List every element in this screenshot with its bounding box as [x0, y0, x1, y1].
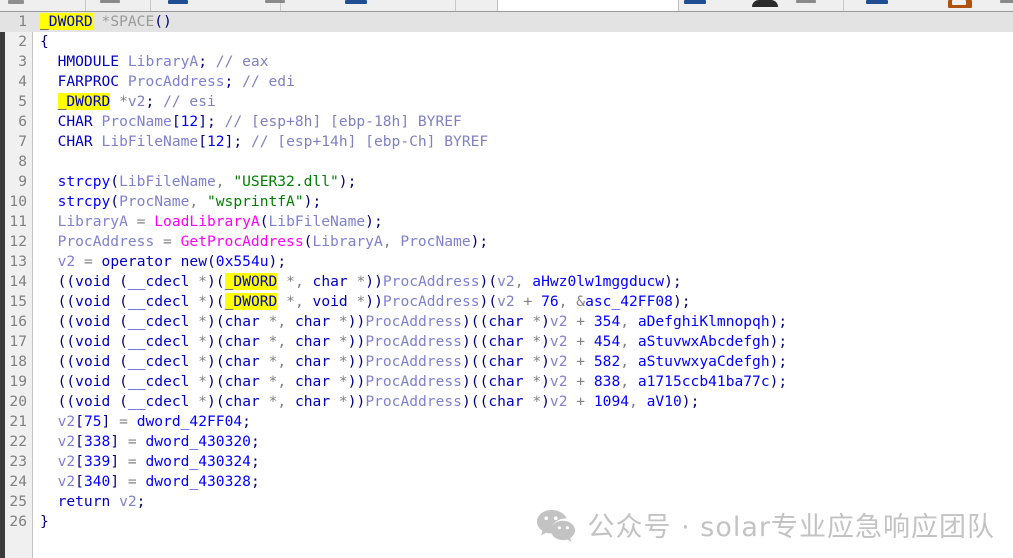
line-number: 9	[18, 173, 27, 190]
toolbar-icon-generic[interactable]	[100, 0, 120, 3]
code-line[interactable]: 5 _DWORD *v2; // esi	[0, 92, 1013, 112]
line-number: 11	[9, 213, 27, 230]
line-number: 22	[9, 433, 27, 450]
line-number: 15	[9, 293, 27, 310]
code-line[interactable]: 2{	[0, 32, 1013, 52]
line-number: 7	[18, 133, 27, 150]
code-line[interactable]: 14 ((void (__cdecl *)(_DWORD *, char *))…	[0, 272, 1013, 292]
code-line[interactable]: 24 v2[340] = dword_430328;	[0, 472, 1013, 492]
code-line-text[interactable]: ((void (__cdecl *)(_DWORD *, char *))Pro…	[40, 272, 682, 292]
code-line-text[interactable]: CHAR ProcName[12]; // [esp+8h] [ebp-18h]…	[40, 112, 462, 132]
code-line[interactable]: 13 v2 = operator new(0x554u);	[0, 252, 1013, 272]
code-line-text[interactable]: ((void (__cdecl *)(char *, char *))ProcA…	[40, 332, 788, 352]
line-number: 18	[9, 353, 27, 370]
code-line[interactable]: 8	[0, 152, 1013, 172]
code-line[interactable]: 22 v2[338] = dword_430320;	[0, 432, 1013, 452]
line-number: 25	[9, 493, 27, 510]
code-line-text[interactable]: }	[40, 512, 49, 532]
code-line[interactable]: 21 v2[75] = dword_42FF04;	[0, 412, 1013, 432]
code-line[interactable]: 26}	[0, 512, 1013, 532]
line-number: 3	[18, 53, 27, 70]
code-line[interactable]: 6 CHAR ProcName[12]; // [esp+8h] [ebp-18…	[0, 112, 1013, 132]
line-number: 13	[9, 253, 27, 270]
toolbar-icon-debugger[interactable]	[752, 0, 778, 7]
code-line-text[interactable]: strcpy(ProcName, "wsprintfA");	[40, 192, 322, 212]
line-number: 1	[18, 13, 27, 30]
code-line-text[interactable]: CHAR LibFileName[12]; // [esp+14h] [ebp-…	[40, 132, 489, 152]
code-line[interactable]: 10 strcpy(ProcName, "wsprintfA");	[0, 192, 1013, 212]
code-line[interactable]: 19 ((void (__cdecl *)(char *, char *))Pr…	[0, 372, 1013, 392]
code-line-text[interactable]: strcpy(LibFileName, "USER32.dll");	[40, 172, 357, 192]
line-number: 5	[18, 93, 27, 110]
code-line[interactable]: 3 HMODULE LibraryA; // eax	[0, 52, 1013, 72]
toolbar-separator	[150, 0, 151, 11]
code-line-text[interactable]: {	[40, 32, 49, 52]
code-area[interactable]: 1 _DWORD *SPACE() 2{3 HMODULE LibraryA; //…	[0, 12, 1013, 558]
line-number: 10	[9, 193, 27, 210]
toolbar-icon-run[interactable]	[684, 0, 706, 4]
code-line[interactable]: 17 ((void (__cdecl *)(char *, char *))Pr…	[0, 332, 1013, 352]
code-line[interactable]: 1 _DWORD *SPACE()	[0, 12, 1013, 32]
code-line[interactable]: 20 ((void (__cdecl *)(char *, char *))Pr…	[0, 392, 1013, 412]
code-line[interactable]: 11 LibraryA = LoadLibraryA(LibFileName);	[0, 212, 1013, 232]
code-line[interactable]: 12 ProcAddress = GetProcAddress(LibraryA…	[0, 232, 1013, 252]
line-number: 14	[9, 273, 27, 290]
toolbar-separator	[455, 0, 456, 11]
code-line[interactable]: 4 FARPROC ProcAddress; // edi	[0, 72, 1013, 92]
line-number: 19	[9, 373, 27, 390]
toolbar-strip[interactable]	[0, 0, 1013, 12]
toolbar-icon-generic[interactable]	[265, 0, 285, 3]
line-number: 8	[18, 153, 27, 170]
code-line[interactable]: 25 return v2;	[0, 492, 1013, 512]
code-line[interactable]: 18 ((void (__cdecl *)(char *, char *))Pr…	[0, 352, 1013, 372]
code-line[interactable]: 23 v2[339] = dword_430324;	[0, 452, 1013, 472]
toolbar-icon-generic[interactable]	[8, 0, 24, 4]
toolbar-icon-generic[interactable]	[866, 0, 888, 4]
code-line-text[interactable]: ((void (__cdecl *)(char *, char *))ProcA…	[40, 372, 788, 392]
toolbar-jump-field[interactable]	[497, 0, 679, 11]
code-line[interactable]: 16 ((void (__cdecl *)(char *, char *))Pr…	[0, 312, 1013, 332]
toolbar-icon-graph[interactable]	[345, 0, 367, 4]
line-number: 6	[18, 113, 27, 130]
line-number: 23	[9, 453, 27, 470]
code-line-text[interactable]: LibraryA = LoadLibraryA(LibFileName);	[40, 212, 383, 232]
code-line-text[interactable]: HMODULE LibraryA; // eax	[40, 52, 269, 72]
line-number: 12	[9, 233, 27, 250]
toolbar-icon-navigate-back[interactable]	[168, 0, 188, 4]
line-number: 24	[9, 473, 27, 490]
code-line[interactable]: 7 CHAR LibFileName[12]; // [esp+14h] [eb…	[0, 132, 1013, 152]
code-line-text[interactable]: _DWORD *SPACE()	[40, 12, 172, 32]
code-line-text[interactable]: ((void (__cdecl *)(_DWORD *, void *))Pro…	[40, 292, 691, 312]
code-line-text[interactable]: ((void (__cdecl *)(char *, char *))ProcA…	[40, 352, 788, 372]
code-line-text[interactable]: _DWORD *v2; // esi	[40, 92, 216, 112]
toolbar-icon-generic[interactable]	[1000, 0, 1013, 3]
code-line[interactable]: 9 strcpy(LibFileName, "USER32.dll");	[0, 172, 1013, 192]
line-number: 20	[9, 393, 27, 410]
code-line-text[interactable]: ((void (__cdecl *)(char *, char *))ProcA…	[40, 312, 788, 332]
code-line-text[interactable]: FARPROC ProcAddress; // edi	[40, 72, 295, 92]
code-line[interactable]: 15 ((void (__cdecl *)(_DWORD *, void *))…	[0, 292, 1013, 312]
code-line-text[interactable]: return v2;	[40, 492, 146, 512]
toolbar-icon-generic[interactable]	[796, 0, 816, 3]
code-line-text[interactable]: ((void (__cdecl *)(char *, char *))ProcA…	[40, 392, 700, 412]
pseudocode-editor[interactable]: 1 _DWORD *SPACE() 2{3 HMODULE LibraryA; //…	[0, 12, 1013, 558]
line-number: 17	[9, 333, 27, 350]
toolbar-icon-highlight-inner	[952, 0, 966, 5]
line-number: 26	[9, 513, 27, 530]
code-line-text[interactable]: v2[340] = dword_430328;	[40, 472, 260, 492]
toolbar-separator	[843, 0, 844, 11]
line-number: 2	[18, 33, 27, 50]
line-number: 16	[9, 313, 27, 330]
code-line-text[interactable]: v2[339] = dword_430324;	[40, 452, 260, 472]
line-number: 21	[9, 413, 27, 430]
code-line-text[interactable]: v2[338] = dword_430320;	[40, 432, 260, 452]
code-line-text[interactable]: v2[75] = dword_42FF04;	[40, 412, 251, 432]
toolbar-separator	[85, 0, 86, 11]
code-line-text[interactable]: ProcAddress = GetProcAddress(LibraryA, P…	[40, 232, 489, 252]
line-number: 4	[18, 73, 27, 90]
code-line-text[interactable]: v2 = operator new(0x554u);	[40, 252, 287, 272]
